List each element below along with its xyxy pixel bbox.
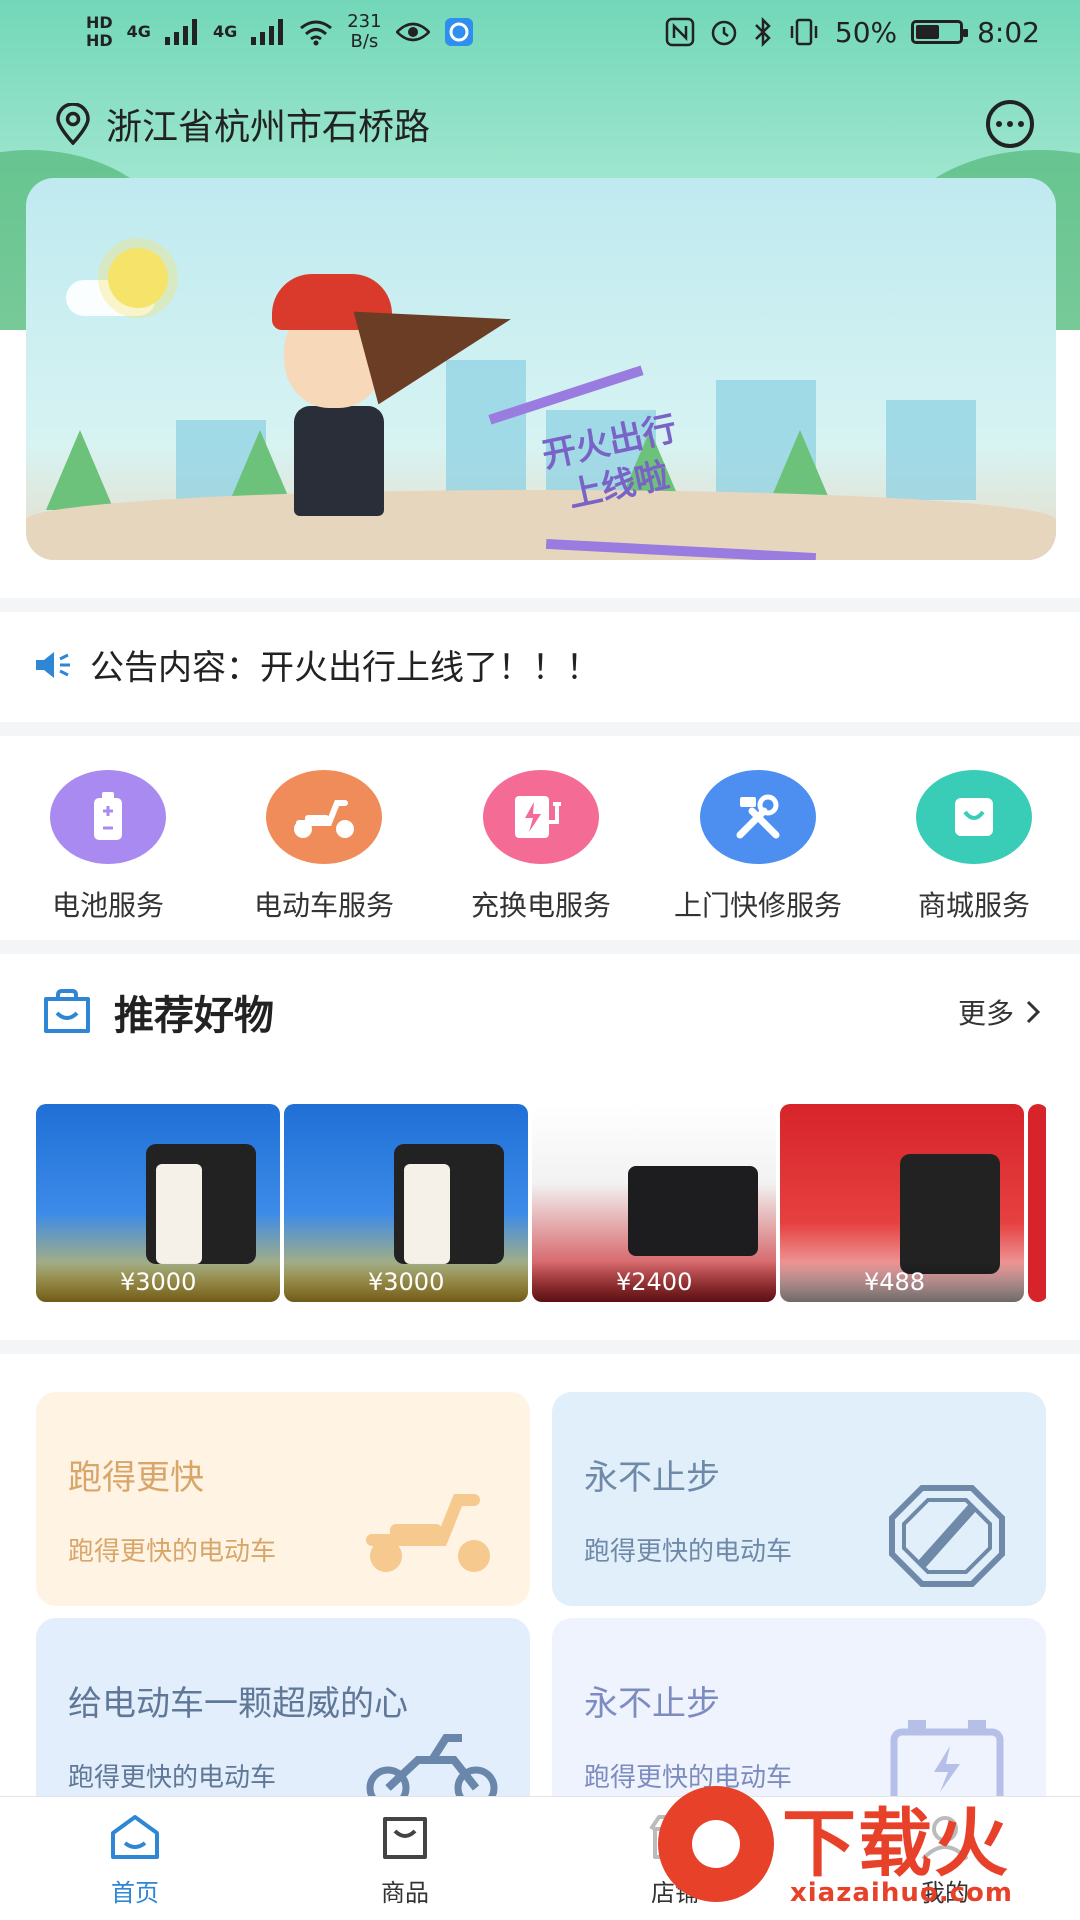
service-repair[interactable]: 上门快修服务: [658, 770, 858, 924]
battery-percent: 50%: [834, 15, 898, 49]
watermark-url: xiazaihuo.com: [790, 1878, 1013, 1908]
chevron-right-icon: [1026, 1000, 1041, 1024]
service-scooter[interactable]: 电动车服务: [224, 770, 424, 924]
section-divider: [0, 722, 1080, 736]
net1-label: 4G: [126, 22, 151, 41]
tools-icon: [700, 770, 816, 864]
product-price: ¥2400: [532, 1262, 776, 1302]
more-link[interactable]: 更多: [958, 992, 1042, 1032]
service-battery[interactable]: 电池服务: [8, 770, 208, 924]
scooter-icon: [266, 770, 382, 864]
speed-value: 231: [347, 11, 382, 32]
service-label: 电动车服务: [253, 889, 394, 922]
tab-products[interactable]: 商品: [270, 1797, 540, 1920]
feature-card[interactable]: 跑得更快 跑得更快的电动车: [36, 1392, 530, 1606]
service-label: 商城服务: [917, 889, 1030, 922]
product-card[interactable]: ¥488: [780, 1104, 1024, 1302]
recommend-title: 推荐好物: [42, 983, 274, 1041]
tree-decoration: [46, 430, 114, 510]
section-divider: [0, 598, 1080, 612]
product-price: ¥3000: [284, 1262, 528, 1302]
ground-decoration: [26, 490, 1056, 560]
sun-decoration: [108, 248, 168, 308]
hd2-label: HD: [86, 31, 113, 50]
alarm-icon: [711, 20, 737, 46]
hd-indicators: HD HD: [86, 14, 113, 50]
vibrate-icon: [790, 18, 818, 46]
section-divider: [0, 940, 1080, 954]
product-image: [900, 1154, 1000, 1274]
notice-text: 公告内容：开火出行上线了！！！: [90, 648, 600, 688]
recommend-title-text: 推荐好物: [114, 993, 274, 1039]
service-charging[interactable]: 充换电服务: [441, 770, 641, 924]
cartoon-man-body: [294, 406, 384, 516]
service-mall[interactable]: 商城服务: [874, 770, 1074, 924]
service-label: 充换电服务: [470, 889, 611, 922]
wifi-icon: [300, 20, 333, 46]
battery-icon: [911, 20, 969, 44]
stop-sign-icon: [889, 1485, 1005, 1587]
building-decoration: [886, 400, 976, 500]
tab-label: 商品: [381, 1879, 429, 1907]
charging-icon: [483, 770, 599, 864]
product-price: ¥3000: [36, 1262, 280, 1302]
tab-home[interactable]: 首页: [0, 1797, 270, 1920]
section-divider: [0, 1340, 1080, 1354]
clock-time: 8:02: [977, 15, 1040, 49]
shopping-bag-icon: [916, 770, 1032, 864]
shopping-bag-icon: [44, 989, 90, 1033]
more-options-icon[interactable]: [986, 100, 1034, 148]
product-image-label: [404, 1164, 450, 1264]
speaker-icon: [36, 651, 70, 678]
watermark-text: 下载火: [782, 1801, 1010, 1887]
location-text: 浙江省杭州市石桥路: [106, 107, 431, 148]
location-selector[interactable]: 浙江省杭州市石桥路: [54, 98, 430, 150]
service-grid: 电池服务 电动车服务 充换电服务 上门快修服务 商城服务: [0, 770, 1080, 922]
home-icon: [111, 1815, 159, 1859]
watermark-flame-logo: [658, 1786, 774, 1902]
banner-carousel[interactable]: 开火出行 上线啦: [26, 178, 1056, 560]
product-price: ¥488: [780, 1262, 1024, 1302]
signal-icon: [164, 19, 197, 45]
product-card[interactable]: ¥3000: [36, 1104, 280, 1302]
eye-icon: [395, 22, 430, 42]
tab-label: 首页: [111, 1879, 159, 1907]
watermark-overlay: 下载火 xiazaihuo.com: [640, 1778, 1080, 1920]
header: 浙江省杭州市石桥路: [54, 96, 1034, 152]
network-speed: 231 B/s: [347, 12, 381, 52]
scooter-icon: [366, 1494, 490, 1572]
notice-bar[interactable]: 公告内容：开火出行上线了！！！: [34, 640, 600, 689]
feature-card[interactable]: 永不止步 跑得更快的电动车: [552, 1392, 1046, 1606]
signal-icon: [251, 19, 284, 45]
product-carousel: ¥3000 ¥3000 ¥2400 ¥488: [36, 1104, 1046, 1302]
service-label: 电池服务: [51, 889, 164, 922]
recommend-header: 推荐好物 更多: [42, 982, 1042, 1042]
net2-label: 4G: [212, 22, 238, 41]
speed-unit: B/s: [350, 31, 379, 52]
more-link-text: 更多: [957, 997, 1014, 1030]
product-card[interactable]: ¥3000: [284, 1104, 528, 1302]
service-label: 上门快修服务: [673, 889, 842, 922]
shopping-bag-icon: [383, 1817, 427, 1859]
product-card-partial[interactable]: [1028, 1104, 1046, 1302]
bluetooth-icon: [754, 17, 771, 47]
product-image: [628, 1166, 758, 1256]
product-image-label: [156, 1164, 202, 1264]
battery-icon: [50, 770, 166, 864]
product-card[interactable]: ¥2400: [532, 1104, 776, 1302]
hd1-label: HD: [86, 13, 113, 32]
browser-app-icon: [444, 18, 473, 46]
location-pin-icon: [56, 103, 90, 145]
feature-card-title: 给电动车一颗超威的心: [68, 1684, 408, 1724]
nfc-icon: [665, 17, 695, 47]
status-bar: HD HD 4G 4G 231 B/s 50% 8:02: [0, 0, 1080, 64]
